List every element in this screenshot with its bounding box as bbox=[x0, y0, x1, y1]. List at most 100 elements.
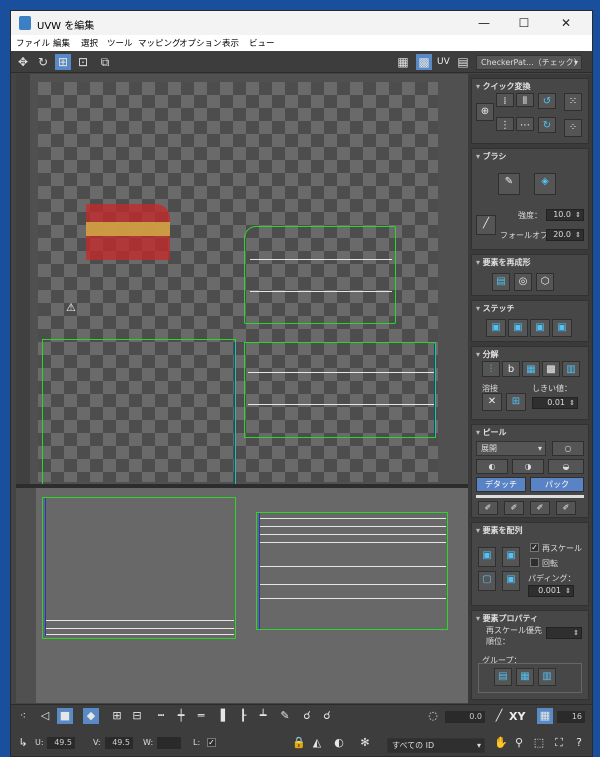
absolute-offset-icon[interactable]: ↳ bbox=[15, 735, 31, 751]
menu-display[interactable]: 表示 bbox=[222, 37, 239, 49]
stitch-custom-icon[interactable]: ▣ bbox=[552, 319, 572, 337]
align-bottom-icon[interactable]: ┷ bbox=[255, 708, 271, 724]
space-horizontal-icon[interactable]: ⋮ bbox=[496, 117, 514, 131]
menu-tools[interactable]: ツール bbox=[107, 37, 133, 49]
paint-brush-icon[interactable]: ✎ bbox=[498, 173, 520, 195]
minimize-button[interactable]: — bbox=[464, 14, 504, 32]
material-id-select[interactable]: すべての ID bbox=[387, 738, 485, 753]
face-mode-icon[interactable]: ■ bbox=[57, 708, 73, 724]
uv-viewport[interactable]: ⚠ bbox=[16, 74, 468, 494]
distribute-icon[interactable]: ⁘ bbox=[564, 119, 582, 137]
move-icon[interactable]: ✥ bbox=[15, 54, 31, 70]
angle-snap-icon[interactable]: ◌ bbox=[425, 708, 441, 724]
pan-icon[interactable]: ✋ bbox=[493, 735, 509, 751]
relax-brush-icon[interactable]: ◈ bbox=[534, 173, 556, 195]
section-title[interactable]: ブラシ bbox=[476, 151, 507, 162]
rotate-checkbox[interactable] bbox=[530, 558, 539, 567]
uv-shell-bottom-left[interactable] bbox=[42, 497, 236, 639]
uv-shell-lower-right[interactable] bbox=[244, 342, 436, 438]
loop-grow-icon[interactable]: ═ bbox=[193, 708, 209, 724]
flatten-icon[interactable]: ⬡ bbox=[536, 273, 554, 291]
checker-toggle-icon[interactable]: ▩ bbox=[416, 54, 432, 70]
align-icon[interactable]: ⊕ bbox=[476, 103, 494, 121]
group-remove-icon[interactable]: ▥ bbox=[538, 668, 556, 686]
section-title[interactable]: 要素を再成形 bbox=[476, 257, 531, 268]
strength-field[interactable]: 10.0 bbox=[546, 209, 584, 221]
falloff-field[interactable]: 20.0 bbox=[546, 229, 584, 241]
pack-toggle[interactable]: パック bbox=[530, 477, 584, 492]
grid-size-field[interactable]: 16 bbox=[557, 711, 585, 723]
uv-shell-top-right[interactable] bbox=[244, 226, 396, 324]
pin-icon[interactable]: ✐ bbox=[478, 501, 498, 515]
space-vertical-icon[interactable]: ⋯ bbox=[516, 117, 534, 131]
section-title[interactable]: ピール bbox=[476, 427, 507, 438]
loop-icon[interactable]: ┅ bbox=[153, 708, 169, 724]
quick-peel-icon[interactable]: ◐ bbox=[476, 459, 508, 474]
edge-mode-icon[interactable]: ◁ bbox=[37, 708, 53, 724]
menu-file[interactable]: ファイル bbox=[16, 37, 50, 49]
menu-mapping[interactable]: マッピング bbox=[138, 37, 181, 49]
section-title[interactable]: 分解 bbox=[476, 349, 499, 360]
grow-selection-icon[interactable]: ⊞ bbox=[109, 708, 125, 724]
pack-together-icon[interactable]: ▣ bbox=[502, 547, 520, 567]
section-title[interactable]: 要素を配列 bbox=[476, 525, 523, 536]
maximize-button[interactable]: ☐ bbox=[504, 14, 544, 32]
rescale-elements-icon[interactable]: ▣ bbox=[502, 571, 520, 591]
triangle-icon[interactable]: ◭ bbox=[309, 735, 325, 751]
align-horizontal-icon[interactable]: ⁞ bbox=[496, 93, 514, 107]
select-pins-icon[interactable]: ✐ bbox=[556, 501, 576, 515]
auto-pin-icon[interactable]: ✐ bbox=[530, 501, 550, 515]
paint-select-icon[interactable]: ✎ bbox=[277, 708, 293, 724]
uv-grid-icon[interactable]: ▤ bbox=[455, 54, 471, 70]
stitch-target-icon[interactable]: ▣ bbox=[530, 319, 550, 337]
soft-select-icon[interactable]: ☌ bbox=[299, 708, 315, 724]
explode-icon[interactable]: ▥ bbox=[562, 361, 580, 377]
help-icon[interactable]: ? bbox=[571, 735, 587, 751]
xy-toggle[interactable]: XY bbox=[509, 710, 525, 723]
w-field[interactable] bbox=[157, 737, 181, 749]
padding-field[interactable]: 0.001 bbox=[528, 585, 574, 597]
element-mode-icon[interactable]: ◆ bbox=[83, 708, 99, 724]
unpin-icon[interactable]: ✐ bbox=[504, 501, 524, 515]
scale-icon[interactable]: ⊞ bbox=[55, 54, 71, 70]
rescale-priority-field[interactable] bbox=[546, 627, 582, 639]
shrink-selection-icon[interactable]: ⊟ bbox=[129, 708, 145, 724]
section-title[interactable]: 要素プロパティ bbox=[476, 613, 539, 624]
uv-shell-lower-left[interactable] bbox=[42, 339, 236, 494]
pack-custom-icon[interactable]: ▢ bbox=[478, 571, 496, 591]
zoom-icon[interactable]: ⚲ bbox=[511, 735, 527, 751]
hide-icon[interactable]: ◐ bbox=[331, 735, 347, 751]
lock-icon[interactable]: 🔒 bbox=[291, 735, 307, 751]
stitch-source-icon[interactable]: ▣ bbox=[486, 319, 506, 337]
uv-viewport-lower[interactable] bbox=[16, 488, 468, 703]
menu-edit[interactable]: 編集 bbox=[53, 37, 70, 49]
texture-select[interactable]: CheckerPat...（チェック） bbox=[476, 55, 582, 70]
relax-icon[interactable]: ◎ bbox=[514, 273, 532, 291]
line-tool-icon[interactable]: ╱ bbox=[491, 708, 507, 724]
checker-display-icon[interactable]: ▦ bbox=[395, 54, 411, 70]
section-title[interactable]: ステッチ bbox=[476, 303, 515, 314]
uv-label[interactable]: UV bbox=[437, 57, 450, 67]
v-field[interactable]: 49.5 bbox=[105, 737, 133, 749]
brush-line-icon[interactable]: ╱ bbox=[476, 215, 496, 235]
close-button[interactable]: ✕ bbox=[546, 14, 586, 32]
peel-reset-icon[interactable]: ◑ bbox=[512, 459, 544, 474]
detach-toggle[interactable]: デタッチ bbox=[476, 477, 526, 492]
menu-options[interactable]: オプション bbox=[179, 37, 222, 49]
peel-options-icon[interactable]: ○ bbox=[552, 441, 584, 456]
rotate-icon[interactable]: ↻ bbox=[35, 54, 51, 70]
checker-break-icon[interactable]: ▩ bbox=[542, 361, 560, 377]
align-left-icon[interactable]: ┠ bbox=[235, 708, 251, 724]
freeze-icon[interactable]: ✻ bbox=[357, 735, 373, 751]
rotate-ccw-icon[interactable]: ↺ bbox=[538, 93, 556, 109]
vertex-mode-icon[interactable]: ⁖ bbox=[15, 708, 31, 724]
group-select-icon[interactable]: ▤ bbox=[494, 668, 512, 686]
zoom-extents-icon[interactable]: ⛶ bbox=[551, 735, 567, 751]
lscm-icon[interactable]: ◒ bbox=[548, 459, 584, 474]
soft-select-edge-icon[interactable]: ☌ bbox=[319, 708, 335, 724]
detach-edge-icon[interactable]: b bbox=[502, 361, 520, 377]
weld-selected-icon[interactable]: ✕ bbox=[482, 393, 502, 411]
flatten-by-smoothing-icon[interactable]: ▦ bbox=[522, 361, 540, 377]
zoom-region-icon[interactable]: ⬚ bbox=[531, 735, 547, 751]
menu-view[interactable]: ビュー bbox=[249, 37, 275, 49]
